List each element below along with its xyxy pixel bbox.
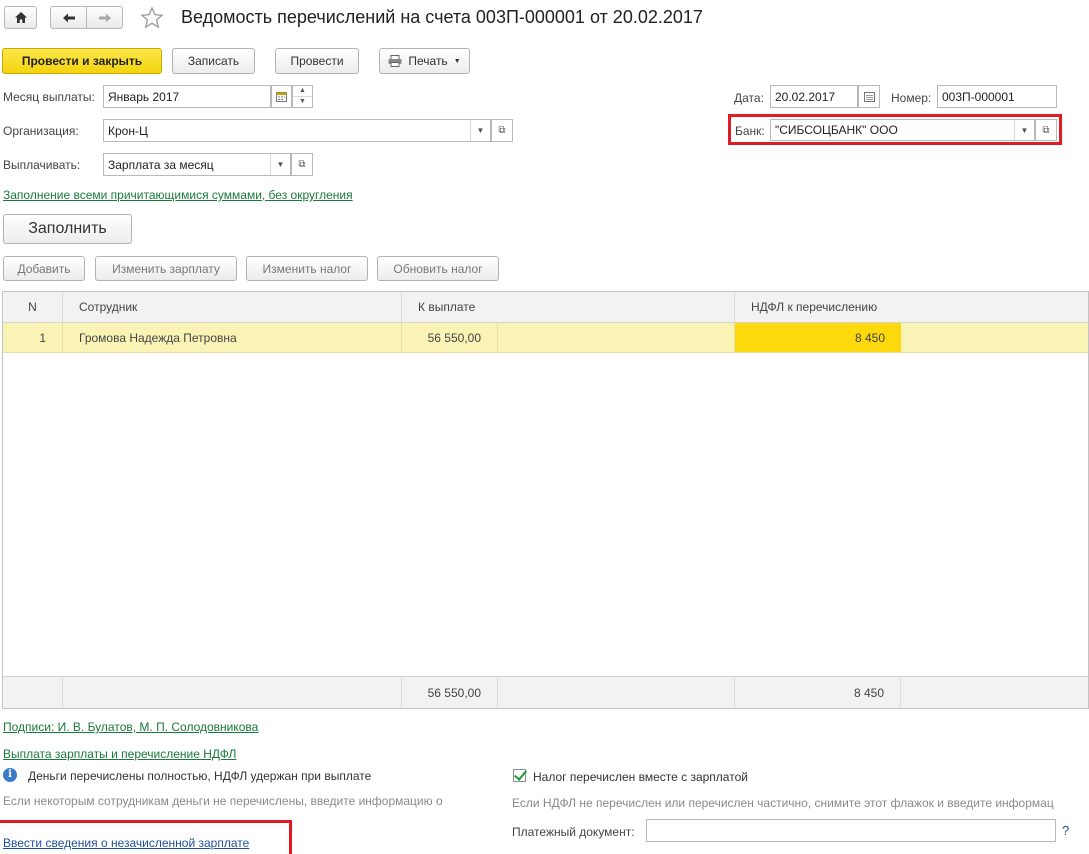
organization-label: Организация: bbox=[3, 124, 79, 138]
totals-ndfl: 8 450 bbox=[735, 677, 901, 708]
post-and-close-button[interactable]: Провести и закрыть bbox=[2, 48, 162, 74]
change-tax-button[interactable]: Изменить налог bbox=[246, 256, 368, 281]
row-amount: 56 550,00 bbox=[402, 323, 498, 352]
bank-select[interactable]: "СИБСОЦБАНК" ООО ▼ bbox=[770, 119, 1035, 141]
signatures-link[interactable]: Подписи: И. В. Булатов, М. П. Солодовник… bbox=[3, 720, 258, 734]
arrow-right-icon bbox=[98, 13, 111, 22]
month-value: Январь 2017 bbox=[108, 89, 180, 104]
update-tax-button[interactable]: Обновить налог bbox=[377, 256, 499, 281]
payment-link[interactable]: Выплата зарплаты и перечисление НДФЛ bbox=[3, 747, 236, 761]
row-ndfl[interactable]: 8 450 bbox=[735, 323, 901, 352]
organization-select[interactable]: Крон-Ц ▼ bbox=[103, 119, 491, 142]
row-amount-spacer bbox=[498, 323, 735, 352]
date-input[interactable]: 20.02.2017 bbox=[770, 85, 858, 108]
bank-label: Банк: bbox=[735, 124, 765, 138]
number-value: 003П-000001 bbox=[942, 89, 1015, 104]
chevron-down-icon[interactable]: ▼ bbox=[1014, 120, 1034, 140]
info-hint: Если некоторым сотрудникам деньги не пер… bbox=[3, 794, 443, 808]
fill-button[interactable]: Заполнить bbox=[3, 214, 132, 244]
pay-type-value: Зарплата за месяц bbox=[108, 157, 214, 172]
employees-table[interactable]: N Сотрудник К выплате НДФЛ к перечислени… bbox=[2, 291, 1089, 709]
totals-rest bbox=[901, 677, 1088, 708]
payment-doc-input[interactable] bbox=[646, 819, 1056, 842]
bank-open-button[interactable]: ⧉ bbox=[1035, 119, 1057, 141]
totals-amount: 56 550,00 bbox=[402, 677, 498, 708]
number-label: Номер: bbox=[891, 91, 932, 105]
pay-type-select[interactable]: Зарплата за месяц ▼ bbox=[103, 153, 291, 176]
stepper-down-icon[interactable]: ▼ bbox=[293, 97, 312, 107]
tax-paid-checkbox[interactable] bbox=[513, 769, 526, 782]
column-header-n[interactable]: N bbox=[3, 292, 63, 322]
chevron-down-icon: ▼ bbox=[453, 57, 461, 65]
calendar-icon bbox=[276, 92, 287, 102]
back-button[interactable] bbox=[50, 6, 87, 29]
print-button[interactable]: Печать ▼ bbox=[379, 48, 470, 74]
calendar-icon bbox=[863, 92, 875, 102]
save-button[interactable]: Записать bbox=[172, 48, 255, 74]
table-totals: 56 550,00 8 450 bbox=[3, 676, 1088, 708]
chevron-down-icon[interactable]: ▼ bbox=[470, 120, 490, 141]
add-button[interactable]: Добавить bbox=[3, 256, 85, 281]
totals-spacer bbox=[498, 677, 735, 708]
organization-value: Крон-Ц bbox=[108, 123, 148, 138]
date-calendar-button[interactable] bbox=[858, 85, 880, 108]
tax-hint: Если НДФЛ не перечислен или перечислен ч… bbox=[512, 796, 1054, 810]
arrow-left-icon bbox=[62, 13, 75, 22]
column-header-employee[interactable]: Сотрудник bbox=[63, 292, 402, 322]
info-icon: i bbox=[3, 768, 17, 782]
unpaid-salary-link[interactable]: Ввести сведения о незачисленной зарплате bbox=[3, 836, 249, 850]
row-employee: Громова Надежда Петровна bbox=[63, 323, 402, 352]
table-header: N Сотрудник К выплате НДФЛ к перечислени… bbox=[3, 292, 1088, 323]
stepper-up-icon[interactable]: ▲ bbox=[293, 86, 312, 97]
organization-open-button[interactable]: ⧉ bbox=[491, 119, 513, 142]
tax-paid-label: Налог перечислен вместе с зарплатой bbox=[533, 770, 748, 784]
home-button[interactable] bbox=[4, 6, 37, 29]
page-title: Ведомость перечислений на счета 003П-000… bbox=[181, 7, 703, 27]
bank-value: "СИБСОЦБАНК" ООО bbox=[775, 123, 898, 137]
totals-n bbox=[3, 677, 63, 708]
printer-icon bbox=[388, 55, 402, 67]
date-label: Дата: bbox=[734, 91, 764, 105]
month-input[interactable]: Январь 2017 bbox=[103, 85, 271, 108]
month-label: Месяц выплаты: bbox=[3, 90, 95, 104]
pay-type-open-button[interactable]: ⧉ bbox=[291, 153, 313, 176]
favorite-star-icon[interactable] bbox=[140, 6, 164, 30]
chevron-down-icon[interactable]: ▼ bbox=[270, 154, 290, 175]
table-row[interactable]: 1 Громова Надежда Петровна 56 550,00 8 4… bbox=[3, 323, 1088, 353]
totals-employee bbox=[63, 677, 402, 708]
change-salary-button[interactable]: Изменить зарплату bbox=[95, 256, 237, 281]
pay-type-label: Выплачивать: bbox=[3, 158, 81, 172]
forward-button[interactable] bbox=[86, 6, 123, 29]
row-number: 1 bbox=[3, 323, 63, 352]
calendar-button[interactable] bbox=[271, 85, 292, 108]
column-header-amount[interactable]: К выплате bbox=[402, 292, 735, 322]
date-value: 20.02.2017 bbox=[775, 89, 836, 104]
payment-doc-label: Платежный документ: bbox=[512, 825, 635, 839]
month-stepper[interactable]: ▲ ▼ bbox=[292, 85, 313, 108]
post-button[interactable]: Провести bbox=[275, 48, 359, 74]
help-icon[interactable]: ? bbox=[1062, 823, 1069, 838]
number-input[interactable]: 003П-000001 bbox=[937, 85, 1057, 108]
home-icon bbox=[14, 12, 27, 23]
column-header-ndfl[interactable]: НДФЛ к перечислению bbox=[735, 292, 1088, 322]
info-text: Деньги перечислены полностью, НДФЛ удерж… bbox=[28, 769, 372, 783]
fill-mode-link[interactable]: Заполнение всеми причитающимися суммами,… bbox=[3, 188, 353, 202]
print-label: Печать bbox=[408, 54, 448, 68]
